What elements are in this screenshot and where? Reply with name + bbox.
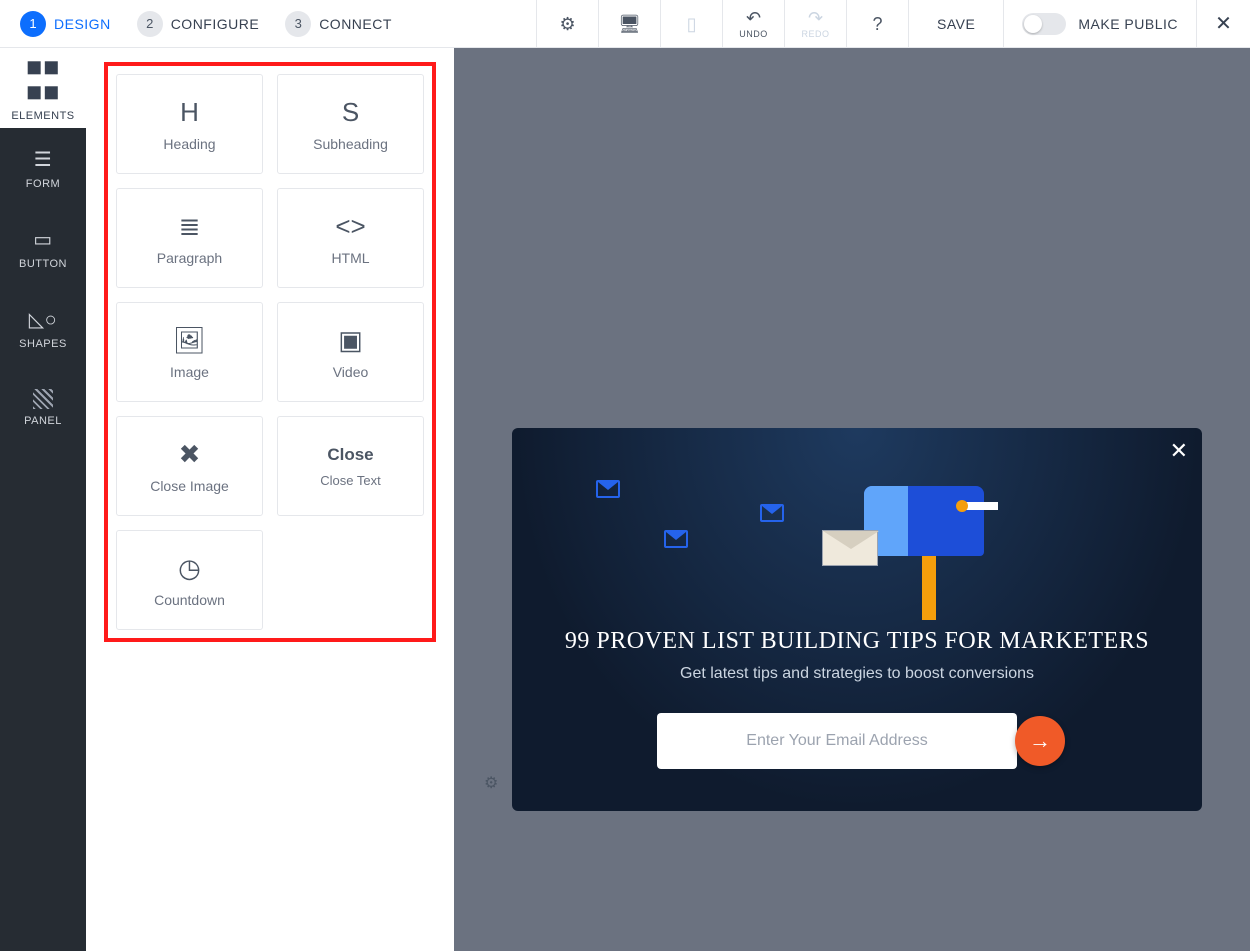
panel-icon (33, 389, 53, 409)
element-html[interactable]: <> HTML (277, 188, 424, 288)
sidebar-label: PANEL (24, 415, 62, 427)
popup-subheading[interactable]: Get latest tips and strategies to boost … (544, 665, 1170, 683)
html-icon: <> (335, 211, 365, 242)
envelope-icon (664, 530, 688, 548)
sidebar-item-panel[interactable]: PANEL (0, 368, 86, 448)
subheading-icon: S (342, 97, 359, 128)
undo-label: UNDO (739, 29, 768, 39)
wizard-steps: 1 DESIGN 2 CONFIGURE 3 CONNECT (0, 0, 412, 47)
element-paragraph[interactable]: ≣ Paragraph (116, 188, 263, 288)
element-label: Heading (163, 136, 215, 152)
element-countdown[interactable]: ◷ Countdown (116, 530, 263, 630)
element-label: Paragraph (157, 250, 222, 266)
element-image[interactable]: 🖼 Image (116, 302, 263, 402)
step-label: CONFIGURE (171, 16, 260, 32)
sidebar-item-shapes[interactable]: ◺○ SHAPES (0, 288, 86, 368)
make-public-toggle[interactable] (1022, 13, 1066, 35)
element-label: Image (170, 364, 209, 380)
step-label: CONNECT (319, 16, 392, 32)
grid-icon: ◼◼◼◼ (26, 54, 60, 104)
sidebar-label: FORM (26, 178, 60, 190)
elements-grid: H Heading S Subheading ≣ Paragraph <> HT… (104, 62, 436, 642)
save-button[interactable]: SAVE (908, 0, 1003, 47)
sidebar-item-button[interactable]: ▭ BUTTON (0, 208, 86, 288)
envelope-icon (760, 504, 784, 522)
close-editor-button[interactable]: ✕ (1196, 0, 1250, 47)
element-label: Countdown (154, 592, 225, 608)
heading-icon: H (180, 97, 199, 128)
desktop-preview-button[interactable]: 🖥 (598, 0, 660, 47)
workspace: ◼◼◼◼ ELEMENTS ☰ FORM ▭ BUTTON ◺○ SHAPES … (0, 48, 1250, 951)
undo-button[interactable]: ↶ UNDO (722, 0, 784, 47)
paragraph-icon: ≣ (179, 211, 201, 242)
close-icon: ✕ (1215, 11, 1232, 36)
popup-heading[interactable]: 99 PROVEN LIST BUILDING TIPS FOR MARKETE… (544, 628, 1170, 655)
sidebar-item-form[interactable]: ☰ FORM (0, 128, 86, 208)
gear-icon: ⚙ (559, 15, 575, 33)
gear-icon: ⚙ (484, 775, 498, 792)
left-sidebar: ◼◼◼◼ ELEMENTS ☰ FORM ▭ BUTTON ◺○ SHAPES … (0, 48, 86, 951)
popup-settings-button[interactable]: ⚙ (484, 773, 498, 793)
mobile-icon: ▯ (687, 15, 697, 33)
redo-icon: ↷ (808, 9, 823, 27)
step-connect[interactable]: 3 CONNECT (285, 11, 392, 37)
settings-button[interactable]: ⚙ (536, 0, 598, 47)
video-icon: ▣ (338, 325, 363, 356)
close-icon: ✕ (1170, 438, 1188, 463)
popup-preview[interactable]: ⚙ ✕ 99 PROVEN LIST BUILDING TIPS FOR MAR… (512, 428, 1202, 811)
step-number: 3 (285, 11, 311, 37)
shapes-icon: ◺○ (29, 307, 57, 332)
arrow-right-icon: → (1029, 728, 1051, 754)
sidebar-item-elements[interactable]: ◼◼◼◼ ELEMENTS (0, 48, 86, 128)
popup-close-button[interactable]: ✕ (1170, 438, 1188, 464)
element-label: Close Image (150, 478, 229, 494)
publish-group: MAKE PUBLIC (1003, 0, 1196, 47)
toggle-knob (1024, 15, 1042, 33)
help-button[interactable]: ? (846, 0, 908, 47)
design-canvas[interactable]: ⚙ ✕ 99 PROVEN LIST BUILDING TIPS FOR MAR… (454, 48, 1250, 951)
sidebar-label: SHAPES (19, 338, 67, 350)
element-close-image[interactable]: ✖ Close Image (116, 416, 263, 516)
clock-icon: ◷ (178, 553, 201, 584)
desktop-icon: 🖥 (618, 15, 641, 33)
submit-button[interactable]: → (1015, 716, 1065, 766)
element-label: Subheading (313, 136, 388, 152)
close-text-icon: Close (327, 445, 373, 465)
step-number: 2 (137, 11, 163, 37)
element-label: HTML (331, 250, 369, 266)
step-number: 1 (20, 11, 46, 37)
button-icon: ▭ (33, 227, 52, 252)
make-public-label: MAKE PUBLIC (1078, 16, 1178, 32)
element-close-text[interactable]: Close Close Text (277, 416, 424, 516)
element-heading[interactable]: H Heading (116, 74, 263, 174)
envelope-icon (596, 480, 620, 498)
form-icon: ☰ (34, 147, 52, 172)
help-icon: ? (873, 15, 883, 33)
mobile-preview-button[interactable]: ▯ (660, 0, 722, 47)
sidebar-label: ELEMENTS (11, 110, 74, 122)
element-label: Video (333, 364, 369, 380)
image-icon: 🖼 (173, 325, 206, 356)
element-label: Close Text (320, 473, 380, 488)
elements-panel: H Heading S Subheading ≣ Paragraph <> HT… (86, 48, 454, 951)
redo-button[interactable]: ↷ REDO (784, 0, 846, 47)
popup-illustration (544, 452, 1170, 622)
email-input[interactable] (657, 713, 1017, 769)
element-subheading[interactable]: S Subheading (277, 74, 424, 174)
step-label: DESIGN (54, 16, 111, 32)
element-video[interactable]: ▣ Video (277, 302, 424, 402)
undo-icon: ↶ (746, 9, 761, 27)
sidebar-label: BUTTON (19, 258, 67, 270)
toolbar-group: ⚙ 🖥 ▯ ↶ UNDO ↷ REDO ? SAVE MAKE PUBLIC ✕ (536, 0, 1250, 47)
step-configure[interactable]: 2 CONFIGURE (137, 11, 260, 37)
email-form: → (657, 713, 1057, 769)
close-circle-icon: ✖ (179, 439, 201, 470)
top-bar: 1 DESIGN 2 CONFIGURE 3 CONNECT ⚙ 🖥 ▯ ↶ U… (0, 0, 1250, 48)
step-design[interactable]: 1 DESIGN (20, 11, 111, 37)
redo-label: REDO (802, 29, 830, 39)
mailbox-icon (844, 474, 994, 614)
